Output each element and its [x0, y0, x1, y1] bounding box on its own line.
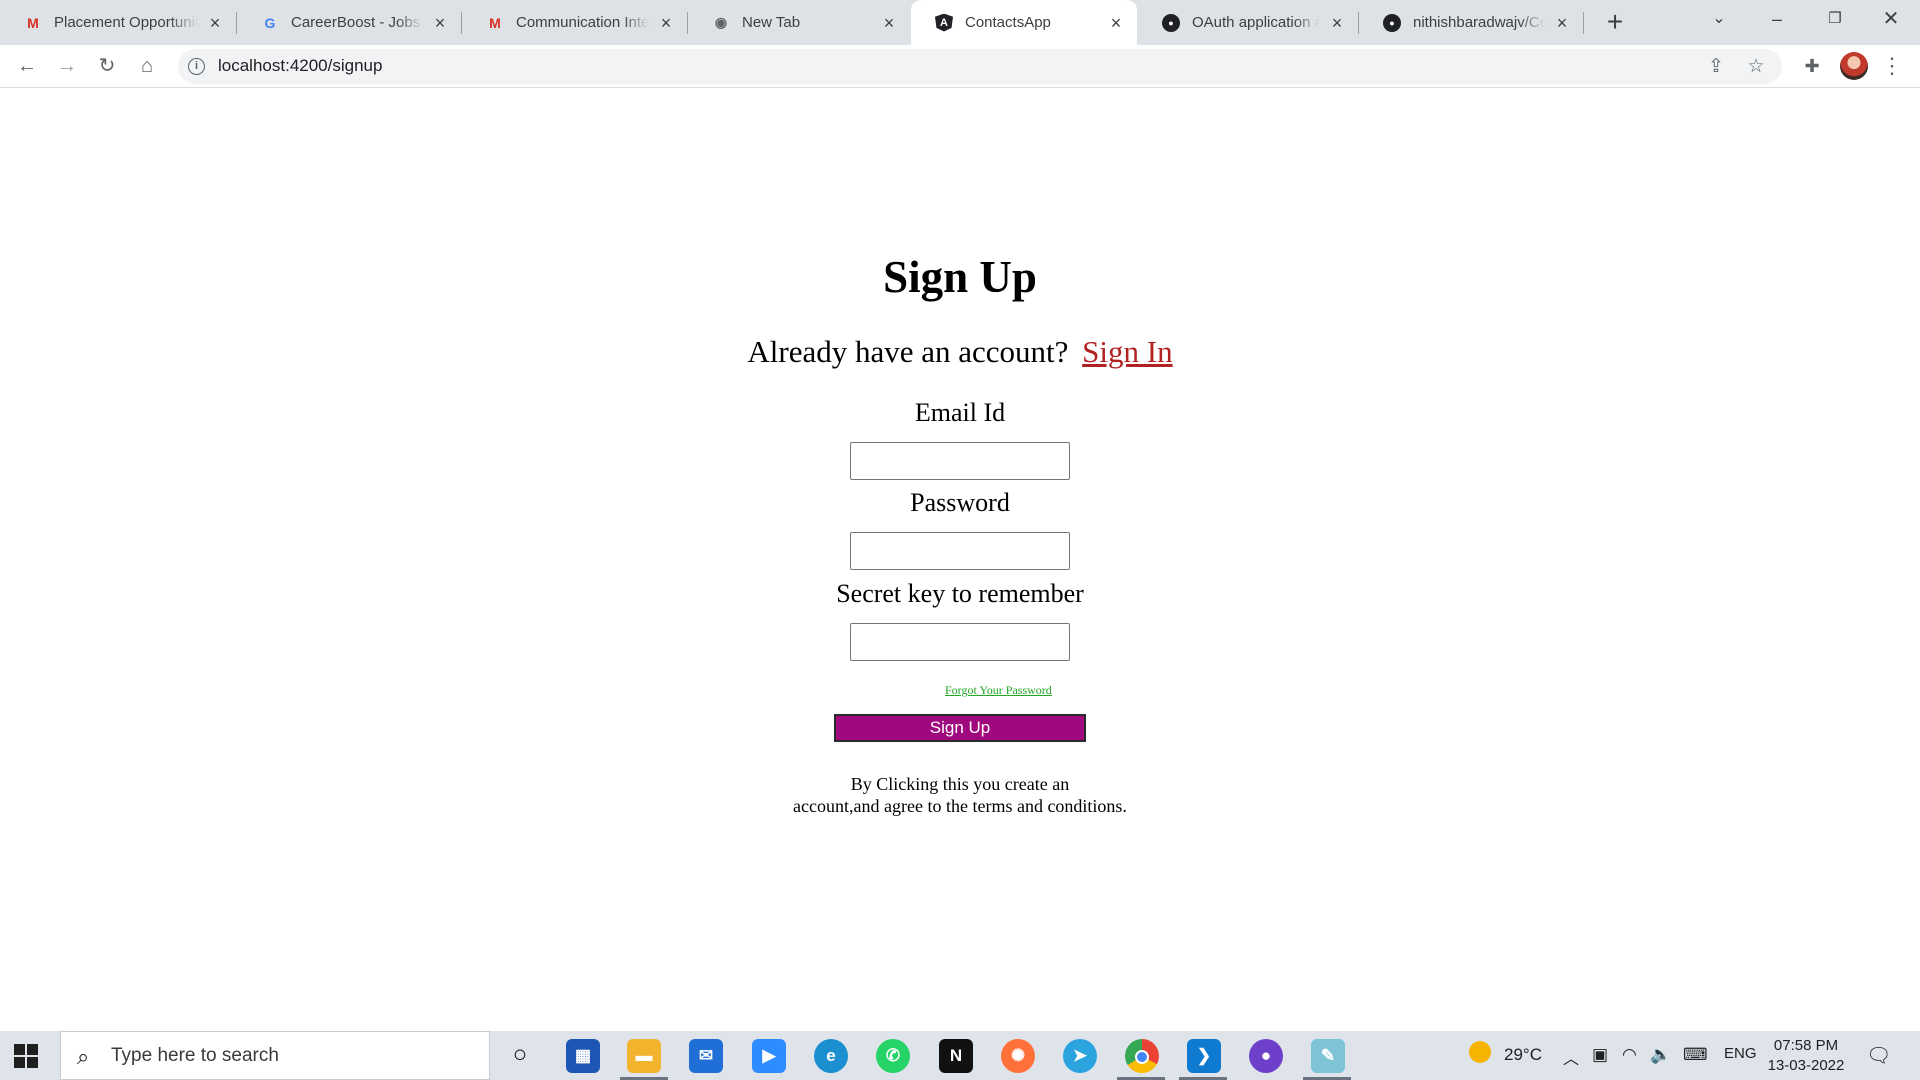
battery-icon[interactable]: ▣	[1592, 1045, 1608, 1065]
telegram-icon[interactable]: ➤	[1063, 1039, 1097, 1073]
notification-icon[interactable]: 🗨	[1866, 1043, 1891, 1068]
close-icon[interactable]: ×	[1328, 14, 1346, 32]
close-window-button[interactable]: ✕	[1862, 0, 1920, 40]
share-icon[interactable]: ⇪	[1704, 55, 1728, 79]
email-label: Email Id	[914, 398, 1006, 427]
tab-label: nithishbaradwajv/Con	[1413, 14, 1545, 31]
tab-github-repo[interactable]: ● nithishbaradwajv/Con ×	[1359, 0, 1583, 45]
tab-contactsapp[interactable]: A ContactsApp ×	[911, 0, 1137, 45]
github-icon: ●	[1383, 13, 1401, 32]
language-indicator[interactable]: ENG	[1724, 1045, 1757, 1062]
browser-toolbar: ← → ↻ ⌂ i localhost:4200/signup ⇪ ☆ ✚ ⋮	[0, 45, 1920, 88]
address-bar[interactable]: i localhost:4200/signup ⇪ ☆	[178, 49, 1782, 84]
tab-new-tab[interactable]: ◉ New Tab ×	[688, 0, 910, 45]
page-title: Sign Up	[883, 252, 1037, 302]
forgot-password-link[interactable]: Forgot Your Password	[945, 683, 1052, 698]
tab-communication-interview[interactable]: M Communication Interv ×	[462, 0, 687, 45]
tab-separator	[1583, 12, 1584, 34]
edge-icon[interactable]: e	[814, 1039, 848, 1073]
notepad-icon[interactable]: ✎	[1311, 1039, 1345, 1073]
show-hidden-icons-chevron-icon[interactable]: ︿	[1563, 1045, 1579, 1069]
chrome-icon: ◉	[714, 14, 728, 30]
signin-prompt-text: Already have an account?	[747, 334, 1069, 369]
clock-time: 07:58 PM	[1773, 1037, 1839, 1054]
vscode-icon[interactable]: ❯	[1187, 1039, 1221, 1073]
tab-label: CareerBoost - Jobs for	[291, 14, 423, 31]
google-icon: G	[264, 14, 276, 31]
site-info-icon[interactable]: i	[188, 58, 205, 75]
url-text[interactable]: localhost:4200/signup	[218, 56, 382, 76]
menu-kebab-icon[interactable]: ⋮	[1876, 50, 1908, 82]
weather-sun-icon[interactable]	[1469, 1041, 1491, 1063]
tab-oauth-application[interactable]: ● OAuth application au ×	[1138, 0, 1358, 45]
tab-label: New Tab	[742, 14, 801, 31]
terms-line: account,and agree to the terms and condi…	[793, 796, 1127, 816]
close-icon[interactable]: ×	[206, 14, 224, 32]
tab-placement-opportunities[interactable]: M Placement Opportunities ×	[0, 0, 236, 45]
close-icon[interactable]: ×	[657, 14, 675, 32]
search-placeholder: Type here to search	[111, 1045, 279, 1066]
password-label: Password	[910, 488, 1010, 517]
github-icon: ●	[1162, 13, 1180, 32]
terms-line: By Clicking this you create an	[850, 774, 1070, 794]
taskbar-search-box[interactable]: ⌕ Type here to search	[60, 1031, 490, 1080]
tab-search-chevron-icon[interactable]: ⌄	[1690, 0, 1748, 40]
close-icon[interactable]: ×	[880, 14, 898, 32]
wifi-icon[interactable]: ◠	[1622, 1045, 1637, 1065]
system-clock[interactable]: 07:58 PM 13-03-2022	[1766, 1036, 1846, 1076]
new-tab-button[interactable]: +	[1598, 6, 1632, 40]
github-desktop-icon[interactable]: ●	[1249, 1039, 1283, 1073]
close-icon[interactable]: ×	[1553, 14, 1571, 32]
file-explorer-icon[interactable]: ▬	[627, 1039, 661, 1073]
tab-label: Communication Interv	[516, 14, 649, 31]
profile-avatar[interactable]	[1840, 52, 1868, 80]
password-field[interactable]	[850, 532, 1070, 570]
notion-icon[interactable]: N	[939, 1039, 973, 1073]
signin-link[interactable]: Sign In	[1082, 334, 1172, 369]
reload-icon[interactable]: ↻	[91, 50, 123, 82]
tab-label: Placement Opportunities	[54, 14, 198, 31]
signup-submit-button[interactable]: Sign Up	[834, 714, 1086, 742]
secret-key-field[interactable]	[850, 623, 1070, 661]
secret-key-label: Secret key to remember	[836, 579, 1084, 608]
gmail-icon: M	[489, 14, 501, 31]
chrome-icon[interactable]	[1125, 1039, 1159, 1073]
browser-tab-strip: M Placement Opportunities × G CareerBoos…	[0, 0, 1920, 45]
volume-icon[interactable]: 🔈	[1650, 1045, 1671, 1065]
email-field[interactable]	[850, 442, 1070, 480]
weather-temperature[interactable]: 29°C	[1504, 1045, 1542, 1065]
mail-icon[interactable]: ✉	[689, 1039, 723, 1073]
close-icon[interactable]: ×	[1107, 14, 1125, 32]
restore-button[interactable]: ❐	[1806, 0, 1864, 40]
home-icon[interactable]: ⌂	[131, 50, 163, 82]
signup-page: Sign Up Already have an account? Sign In…	[0, 89, 1920, 1031]
gmail-icon: M	[27, 14, 39, 31]
close-icon[interactable]: ×	[431, 14, 449, 32]
extensions-puzzle-icon[interactable]: ✚	[1796, 50, 1828, 82]
search-icon: ⌕	[77, 1044, 90, 1069]
bookmark-star-icon[interactable]: ☆	[1744, 55, 1768, 79]
angular-icon: A	[935, 13, 953, 32]
clock-date: 13-03-2022	[1767, 1057, 1845, 1074]
microsoft-store-icon[interactable]: ▦	[566, 1039, 600, 1073]
cortana-icon[interactable]: ○	[503, 1039, 537, 1073]
signin-prompt: Already have an account? Sign In	[0, 334, 1920, 370]
firefox-icon[interactable]: ✺	[1001, 1039, 1035, 1073]
forward-arrow-icon[interactable]: →	[51, 50, 83, 82]
tab-careerboost[interactable]: G CareerBoost - Jobs for ×	[237, 0, 461, 45]
keyboard-icon[interactable]: ⌨	[1683, 1045, 1708, 1065]
zoom-icon[interactable]: ▶	[752, 1039, 786, 1073]
windows-start-icon[interactable]	[14, 1044, 38, 1068]
terms-notice: By Clicking this you create an account,a…	[760, 773, 1160, 817]
tab-label: ContactsApp	[965, 14, 1051, 31]
windows-taskbar: ⌕ Type here to search ○ ▦ ▬ ✉ ▶ e ✆ N ✺ …	[0, 1031, 1920, 1080]
whatsapp-icon[interactable]: ✆	[876, 1039, 910, 1073]
minimize-button[interactable]: –	[1748, 0, 1806, 40]
tab-label: OAuth application au	[1192, 14, 1320, 31]
back-arrow-icon[interactable]: ←	[11, 50, 43, 82]
